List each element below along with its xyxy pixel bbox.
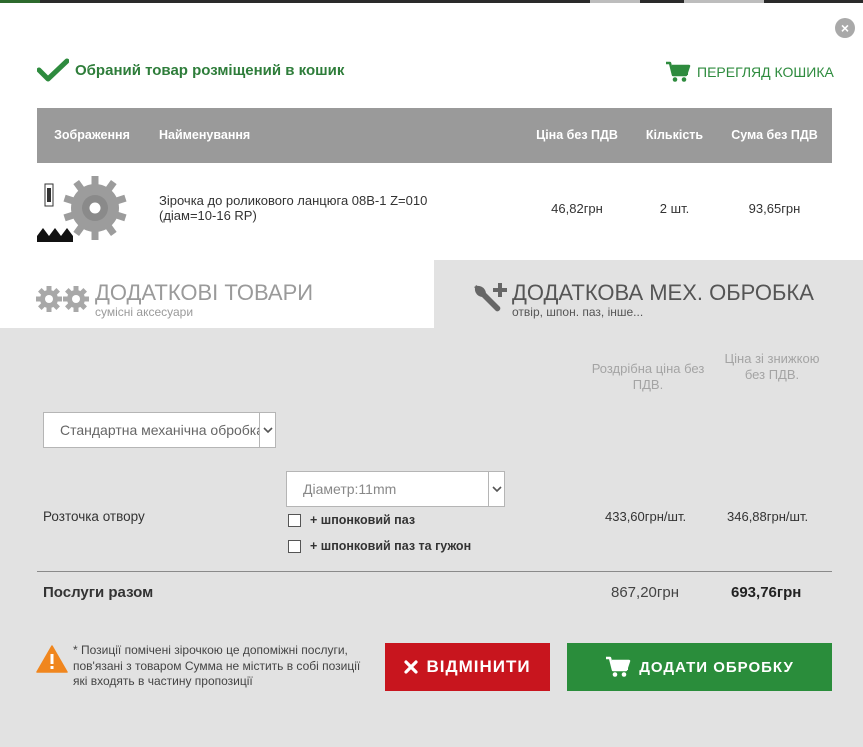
- checkbox-box[interactable]: [288, 539, 301, 553]
- bore-processing-label: Розточка отвору: [43, 509, 145, 524]
- close-button[interactable]: ×: [835, 18, 855, 38]
- bore-retail-price: 433,60грн/шт.: [605, 509, 687, 524]
- cancel-button-label: ВІДМІНИТИ: [426, 657, 531, 676]
- chevron-down-icon: [259, 413, 275, 447]
- wrench-plus-icon: [474, 283, 507, 312]
- view-cart-label: ПЕРЕГЛЯД КОШИКА: [697, 64, 834, 80]
- warning-icon: [36, 645, 68, 673]
- tab-subtitle: сумісні аксесуари: [95, 305, 194, 319]
- checkbox-label: + шпонковий паз та гужон: [310, 539, 472, 553]
- checkbox-box[interactable]: [288, 513, 301, 527]
- footnote: * Позиції помічені зірочкою це допоміжні…: [36, 643, 373, 690]
- shopping-cart-icon: [666, 61, 691, 82]
- column-header-name: Найменування: [159, 128, 251, 142]
- gears-icon: [36, 286, 89, 312]
- cancel-button[interactable]: ВІДМІНИТИ: [385, 643, 550, 691]
- product-price: 46,82грн: [551, 200, 603, 216]
- product-name: Зірочка до роликового ланцюга 08B-1 Z=01…: [159, 193, 428, 223]
- services-total-discount: 693,76грн: [731, 584, 802, 601]
- shopping-cart-icon: [605, 656, 631, 678]
- footnote-text: * Позиції помічені зірочкою це допоміжні…: [73, 643, 361, 688]
- select-value: Стандартна механічна обробка: [60, 422, 265, 438]
- add-processing-button[interactable]: ДОДАТИ ОБРОБКУ: [567, 643, 832, 691]
- add-processing-label: ДОДАТИ ОБРОБКУ: [639, 658, 794, 676]
- keyway-and-screw-checkbox[interactable]: + шпонковий паз та гужон: [288, 539, 471, 553]
- bore-discount-price: 346,88грн/шт.: [727, 509, 809, 524]
- added-message-text: Обраний товар розміщений в кошик: [75, 61, 345, 79]
- added-to-cart-message: Обраний товар розміщений в кошик: [37, 58, 344, 82]
- keyway-checkbox[interactable]: + шпонковий паз: [288, 513, 415, 527]
- services-total-retail: 867,20грн: [611, 584, 679, 601]
- select-value: Діаметр:11mm: [303, 481, 397, 497]
- column-header-sum: Сума без ПДВ: [731, 128, 818, 142]
- column-header-qty: Кількість: [645, 128, 704, 142]
- diameter-select[interactable]: Діаметр:11mm: [286, 471, 505, 507]
- tab-title: ДОДАТКОВА МЕХ. ОБРОБКА: [512, 280, 814, 305]
- close-icon: [404, 660, 419, 674]
- processing-panel: Роздрібна ціна без ПДВ. Ціна зі знижкою …: [0, 328, 863, 747]
- view-cart-link[interactable]: ПЕРЕГЛЯД КОШИКА: [665, 61, 834, 83]
- product-quantity: 2 шт.: [659, 200, 690, 216]
- cart-items-table: Зображення Найменування Ціна без ПДВ Кіл…: [37, 108, 832, 253]
- tab-subtitle: отвір, шпон. паз, інше...: [512, 305, 644, 319]
- product-image[interactable]: [37, 163, 147, 253]
- column-header-price: Ціна без ПДВ: [536, 128, 618, 142]
- options-tabs: ДОДАТКОВІ ТОВАРИ сумісні аксесуари ДОДАТ…: [0, 260, 863, 328]
- cart-table-header: Зображення Найменування Ціна без ПДВ Кіл…: [37, 108, 832, 163]
- cart-confirmation-section: × Обраний товар розміщений в кошик ПЕРЕГ…: [0, 3, 863, 260]
- tab-additional-products[interactable]: ДОДАТКОВІ ТОВАРИ сумісні аксесуари: [0, 260, 434, 328]
- column-header-image: Зображення: [54, 128, 130, 142]
- sprocket-icon: [37, 174, 127, 242]
- tab-title: ДОДАТКОВІ ТОВАРИ: [95, 280, 314, 305]
- table-row: Зірочка до роликового ланцюга 08B-1 Z=01…: [37, 163, 832, 253]
- product-sum: 93,65грн: [748, 200, 801, 216]
- column-header-retail-price: Роздрібна ціна без ПДВ.: [591, 361, 705, 392]
- column-header-discount-price: Ціна зі знижкою без ПДВ.: [724, 351, 820, 382]
- divider: [37, 571, 832, 572]
- standard-processing-select[interactable]: Стандартна механічна обробка: [43, 412, 276, 448]
- tab-additional-processing[interactable]: ДОДАТКОВА МЕХ. ОБРОБКА отвір, шпон. паз,…: [434, 260, 863, 328]
- checkbox-label: + шпонковий паз: [310, 513, 416, 527]
- services-total-label: Послуги разом: [43, 584, 154, 601]
- chevron-down-icon: [488, 472, 504, 506]
- checkmark-icon: [37, 58, 69, 82]
